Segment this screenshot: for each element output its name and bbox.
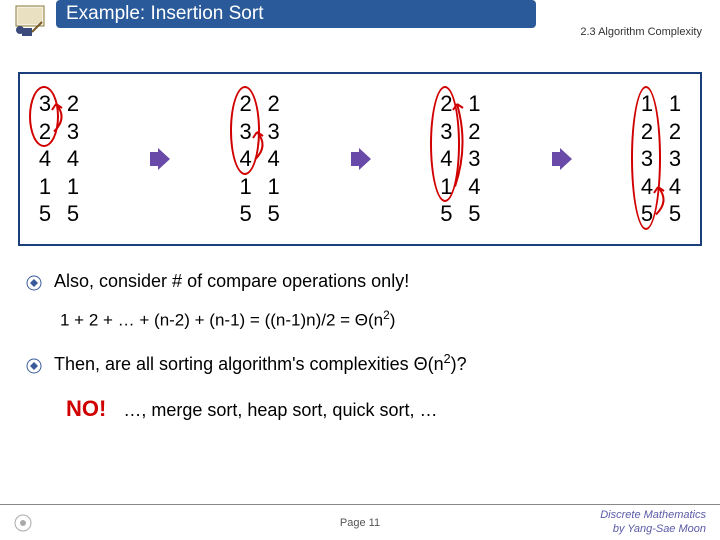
bullet-1: Also, consider # of compare operations o… [26, 266, 694, 301]
array-value: 5 [36, 200, 54, 228]
credit-line-2: by Yang-Sae Moon [600, 523, 706, 536]
array-value: 2 [465, 118, 483, 146]
array-value: 2 [237, 90, 255, 118]
sort-step: 3241523415 [36, 90, 82, 228]
step-arrow-icon [550, 148, 572, 170]
slide-header: Example: Insertion Sort 2.3 Algorithm Co… [0, 0, 720, 40]
array-value: 3 [638, 145, 656, 173]
column-after: 12345 [465, 90, 483, 228]
sort-step: 1234512345 [638, 90, 684, 228]
complexity-formula: 1 + 2 + … + (n-2) + (n-1) = ((n-1)n)/2 =… [60, 305, 694, 336]
array-value: 1 [666, 90, 684, 118]
array-value: 5 [237, 200, 255, 228]
array-value: 4 [638, 173, 656, 201]
array-value: 1 [437, 173, 455, 201]
array-value: 4 [437, 145, 455, 173]
array-value: 2 [437, 90, 455, 118]
array-value: 3 [36, 90, 54, 118]
array-value: 2 [265, 90, 283, 118]
array-value: 4 [265, 145, 283, 173]
array-value: 4 [36, 145, 54, 173]
column-after: 23415 [265, 90, 283, 228]
slide-title-bar: Example: Insertion Sort [56, 0, 536, 28]
column-after: 12345 [666, 90, 684, 228]
no-word: NO! [66, 396, 106, 421]
page-number: Page 11 [340, 517, 380, 529]
array-value: 4 [465, 173, 483, 201]
array-value: 3 [465, 145, 483, 173]
column-before: 23415 [237, 90, 255, 228]
array-value: 5 [265, 200, 283, 228]
array-value: 2 [666, 118, 684, 146]
array-value: 3 [237, 118, 255, 146]
array-value: 3 [64, 118, 82, 146]
array-value: 2 [638, 118, 656, 146]
array-value: 1 [36, 173, 54, 201]
sort-step: 2341512345 [437, 90, 483, 228]
no-line: NO! …, merge sort, heap sort, quick sort… [66, 390, 694, 427]
sort-diagram-frame: 3241523415234152341523415123451234512345 [18, 72, 702, 246]
array-value: 1 [638, 90, 656, 118]
array-value: 5 [437, 200, 455, 228]
bullet-icon [26, 270, 44, 301]
array-value: 5 [64, 200, 82, 228]
formula-pre: 1 + 2 + … + (n-2) + (n-1) = ((n-1)n)/2 =… [60, 310, 383, 329]
array-value: 3 [265, 118, 283, 146]
array-value: 2 [64, 90, 82, 118]
bullet-1-text: Also, consider # of compare operations o… [54, 266, 409, 297]
chapter-label: 2.3 Algorithm Complexity [580, 26, 702, 38]
array-value: 5 [638, 200, 656, 228]
credit-line-1: Discrete Mathematics [600, 509, 706, 522]
array-value: 1 [465, 90, 483, 118]
array-value: 5 [666, 200, 684, 228]
array-value: 3 [437, 118, 455, 146]
array-value: 1 [265, 173, 283, 201]
body-text: Also, consider # of compare operations o… [26, 266, 694, 427]
formula-post: ) [390, 310, 396, 329]
array-value: 4 [64, 145, 82, 173]
bullet-2: Then, are all sorting algorithm's comple… [26, 349, 694, 384]
array-value: 4 [666, 173, 684, 201]
bullet-icon [26, 353, 44, 384]
step-arrow-icon [349, 148, 371, 170]
bullet-2-text: Then, are all sorting algorithm's comple… [54, 349, 467, 380]
presenter-icon [10, 2, 52, 38]
column-after: 23415 [64, 90, 82, 228]
column-before: 23415 [437, 90, 455, 228]
slide-title: Example: Insertion Sort [66, 3, 263, 25]
array-value: 5 [465, 200, 483, 228]
footer-logo [14, 514, 32, 532]
array-value: 3 [666, 145, 684, 173]
no-rest: …, merge sort, heap sort, quick sort, … [123, 400, 437, 420]
column-before: 32415 [36, 90, 54, 228]
array-value: 2 [36, 118, 54, 146]
slide-footer: Page 11 Discrete Mathematics by Yang-Sae… [0, 504, 720, 540]
array-value: 4 [237, 145, 255, 173]
column-before: 12345 [638, 90, 656, 228]
footer-credit: Discrete Mathematics by Yang-Sae Moon [600, 509, 706, 535]
step-arrow-icon [148, 148, 170, 170]
sort-step: 2341523415 [237, 90, 283, 228]
array-value: 1 [237, 173, 255, 201]
array-value: 1 [64, 173, 82, 201]
formula-sup: 2 [383, 308, 390, 322]
